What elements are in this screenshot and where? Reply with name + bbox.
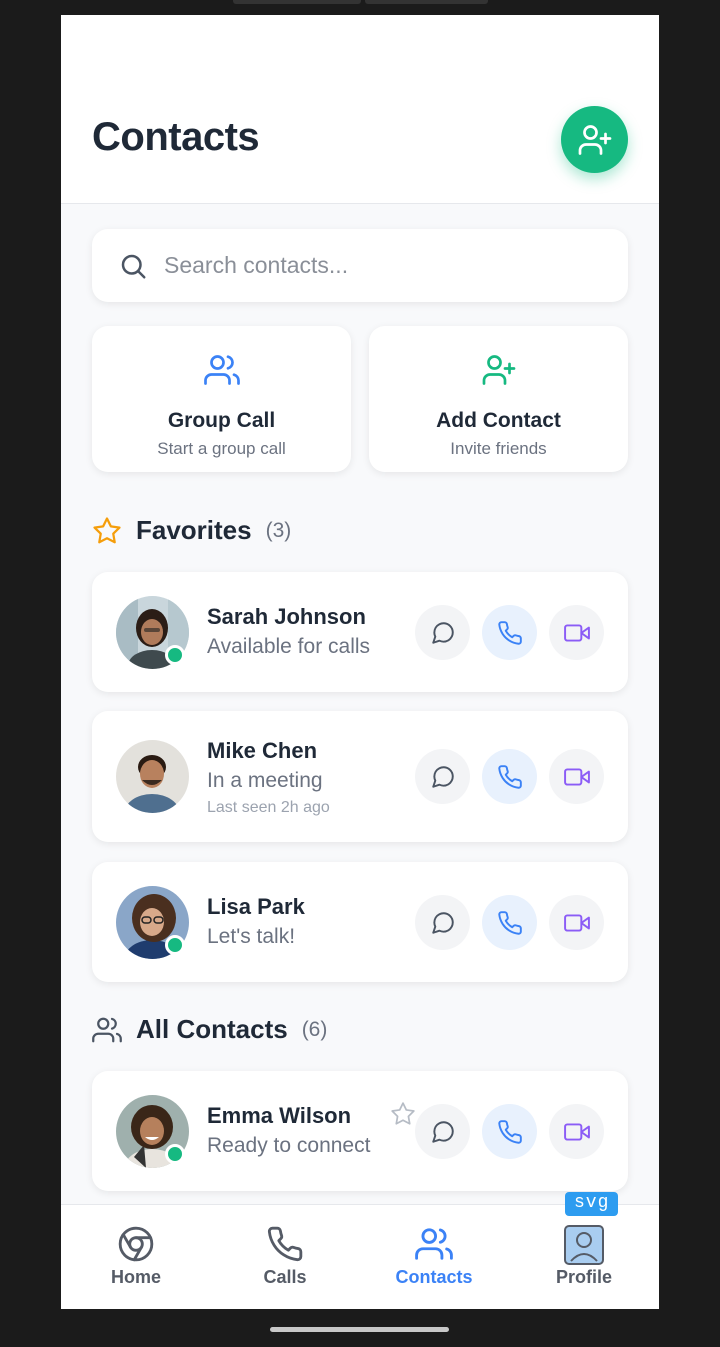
last-seen: Last seen 2h ago: [207, 799, 330, 816]
contact-card[interactable]: Sarah Johnson Available for calls: [92, 572, 628, 692]
search-icon: [121, 254, 146, 279]
video-call-button[interactable]: [549, 605, 604, 660]
group-call-button[interactable]: Group Call Start a group call: [92, 326, 351, 472]
section-title: All Contacts: [136, 1014, 288, 1044]
action-title: Group Call: [167, 409, 276, 432]
section-count: (6): [301, 1017, 328, 1041]
video-icon: [563, 913, 590, 932]
app-screen: Contacts Group Call Start a group call A…: [61, 15, 659, 1309]
message-button[interactable]: [415, 895, 470, 950]
message-button[interactable]: [415, 749, 470, 804]
status-indicator: [233, 0, 361, 4]
call-button[interactable]: [482, 749, 537, 804]
video-call-button[interactable]: [549, 895, 604, 950]
header: Contacts: [61, 15, 659, 204]
search-input[interactable]: [164, 247, 604, 283]
call-button[interactable]: [482, 1104, 537, 1159]
section-count: (3): [265, 518, 292, 542]
home-indicator[interactable]: [270, 1327, 449, 1332]
add-contact-fab[interactable]: [561, 106, 628, 173]
call-button[interactable]: [482, 895, 537, 950]
contact-name: Sarah Johnson: [207, 604, 366, 629]
contact-name: Mike Chen: [207, 738, 318, 763]
message-icon: [431, 621, 454, 644]
user-plus-icon: [578, 124, 611, 155]
tab-label: Profile: [555, 1267, 612, 1287]
user-avatar-icon: [564, 1225, 604, 1265]
video-icon: [563, 1122, 590, 1141]
video-icon: [563, 767, 590, 786]
user-plus-icon: [482, 355, 515, 385]
status-indicator: [365, 0, 488, 4]
action-subtitle: Invite friends: [450, 439, 547, 458]
contact-card[interactable]: Mike Chen In a meeting Last seen 2h ago: [92, 711, 628, 842]
avatar: [116, 740, 189, 813]
all-contacts-header: All Contacts (6): [92, 1014, 327, 1045]
contact-name: Emma Wilson: [207, 1103, 352, 1128]
online-indicator: [165, 645, 185, 665]
contact-status: In a meeting: [207, 769, 323, 792]
tab-profile[interactable]: Profile: [509, 1205, 659, 1309]
section-title: Favorites: [136, 515, 252, 545]
tab-contacts[interactable]: Contacts: [359, 1205, 509, 1309]
phone-icon: [267, 1226, 303, 1262]
online-indicator: [165, 935, 185, 955]
action-subtitle: Start a group call: [157, 439, 286, 458]
tab-label: Contacts: [395, 1267, 473, 1287]
add-favorite-button[interactable]: [390, 1101, 416, 1132]
message-button[interactable]: [415, 1104, 470, 1159]
video-call-button[interactable]: [549, 749, 604, 804]
message-icon: [431, 765, 454, 788]
bottom-tab-bar: svg Home Calls Contacts Profile: [61, 1192, 659, 1309]
tab-label: Calls: [263, 1267, 307, 1287]
phone-icon: [497, 910, 522, 935]
users-icon: [92, 1017, 122, 1042]
video-call-button[interactable]: [549, 1104, 604, 1159]
users-icon: [415, 1228, 453, 1260]
favorites-header: Favorites (3): [92, 515, 291, 546]
chrome-icon: [118, 1226, 154, 1262]
message-icon: [431, 911, 454, 934]
contact-status: Available for calls: [207, 635, 371, 658]
message-button[interactable]: [415, 605, 470, 660]
contact-name: Lisa Park: [207, 894, 305, 919]
search-bar: [92, 229, 628, 302]
page-title: Contacts: [92, 115, 260, 159]
phone-icon: [497, 764, 522, 789]
star-icon: [93, 516, 121, 543]
star-outline-icon: [391, 1102, 415, 1125]
contact-status: Ready to connect: [207, 1134, 371, 1157]
tab-home[interactable]: Home: [61, 1205, 211, 1309]
tab-calls[interactable]: Calls: [210, 1205, 360, 1309]
online-indicator: [165, 1144, 185, 1164]
message-icon: [431, 1120, 454, 1143]
contact-status: Let's talk!: [207, 925, 296, 948]
users-icon: [203, 355, 240, 385]
tab-label: Home: [110, 1267, 161, 1287]
contact-card[interactable]: Lisa Park Let's talk!: [92, 862, 628, 982]
add-contact-button[interactable]: Add Contact Invite friends: [369, 326, 628, 472]
phone-icon: [497, 620, 522, 645]
action-title: Add Contact: [436, 409, 561, 432]
video-icon: [563, 623, 590, 642]
call-button[interactable]: [482, 605, 537, 660]
phone-icon: [497, 1119, 522, 1144]
contact-card[interactable]: Emma Wilson Ready to connect: [92, 1071, 628, 1191]
